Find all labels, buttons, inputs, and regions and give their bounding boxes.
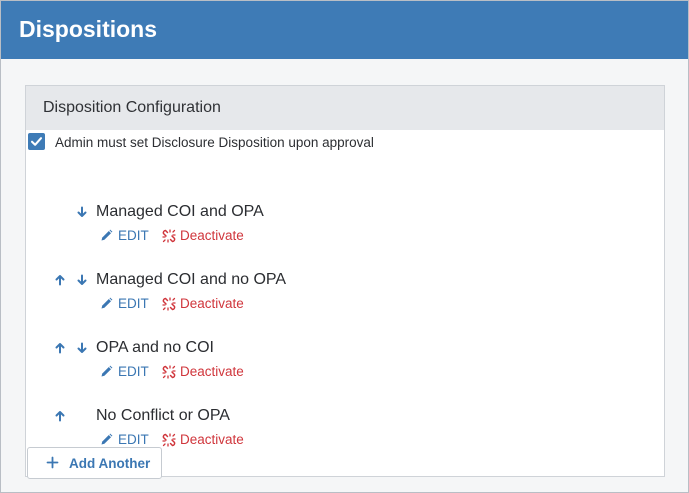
add-another-label: Add Another [69,456,151,471]
arrow-down-icon[interactable] [76,206,88,218]
require-disposition-checkbox[interactable] [28,133,45,150]
pencil-icon [101,297,113,309]
disposition-item: OPA and no COI EDIT Deactivate [26,338,626,388]
disposition-name: Managed COI and OPA [96,203,264,220]
panel-header: Disposition Configuration [26,86,664,130]
unlink-icon [162,433,176,447]
edit-label: EDIT [118,432,149,447]
unlink-icon [162,365,176,379]
deactivate-label: Deactivate [180,296,244,311]
arrow-down-icon[interactable] [76,342,88,354]
disposition-name: No Conflict or OPA [96,407,230,424]
check-icon [30,137,43,146]
pencil-icon [101,229,113,241]
plus-icon [46,456,59,469]
unlink-icon [162,297,176,311]
require-disposition-option: Admin must set Disclosure Disposition up… [26,132,646,154]
unlink-icon [162,229,176,243]
main-content: Disposition Configuration Admin must set… [1,59,688,492]
arrow-up-icon[interactable] [54,342,66,354]
disposition-item: Managed COI and no OPA EDIT Deactivate [26,270,626,320]
edit-label: EDIT [118,228,149,243]
disposition-name: OPA and no COI [96,339,214,356]
edit-label: EDIT [118,296,149,311]
disposition-item: Managed COI and OPA EDIT Deactivate [26,202,626,252]
pencil-icon [101,433,113,445]
add-another-button[interactable]: Add Another [27,447,162,479]
disposition-name: Managed COI and no OPA [96,271,287,288]
pencil-icon [101,365,113,377]
disposition-config-panel: Disposition Configuration Admin must set… [25,85,665,479]
deactivate-label: Deactivate [180,364,244,379]
page-title: Dispositions [19,16,158,42]
arrow-up-icon[interactable] [54,410,66,422]
require-disposition-label: Admin must set Disclosure Disposition up… [55,135,374,150]
panel-title: Disposition Configuration [43,99,221,116]
arrow-down-icon[interactable] [76,274,88,286]
arrow-up-icon[interactable] [54,274,66,286]
edit-label: EDIT [118,364,149,379]
deactivate-label: Deactivate [180,432,244,447]
page-frame: Dispositions Disposition Configuration A… [0,0,689,493]
deactivate-label: Deactivate [180,228,244,243]
page-header: Dispositions [1,1,688,59]
